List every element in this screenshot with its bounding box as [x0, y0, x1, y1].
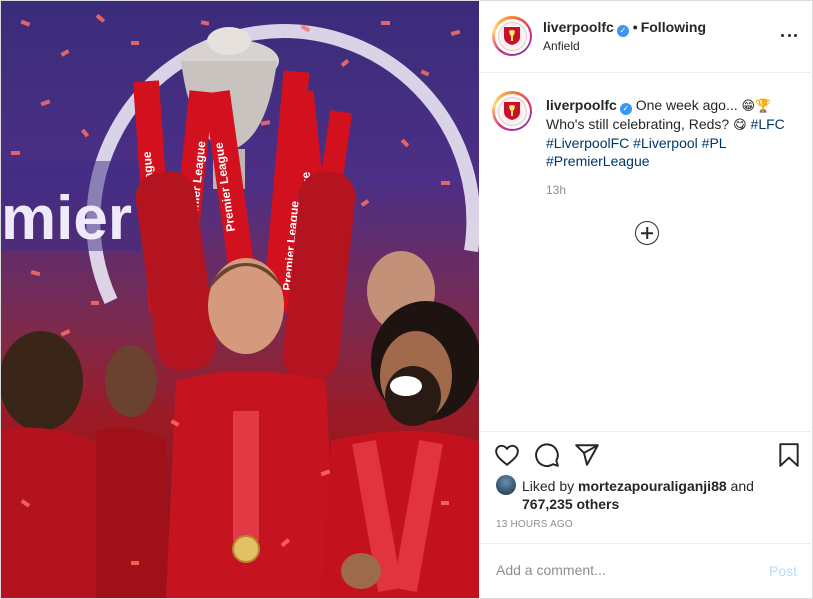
liker-username-link[interactable]: mortezapouraliganji88	[578, 478, 727, 494]
verified-badge-icon: ✓	[619, 103, 632, 115]
post-caption: liverpoolfc ✓ One week ago... 😁🏆 Who's st…	[546, 96, 796, 170]
post-comment-button[interactable]: Post	[769, 563, 797, 579]
liverpool-crest-icon	[497, 21, 527, 51]
avatar[interactable]	[492, 16, 532, 56]
instagram-post: mier Premier League Premier League Premi…	[0, 0, 813, 599]
caption-text: Who's still celebrating, Reds?	[546, 116, 730, 132]
following-button[interactable]: Following	[641, 19, 706, 35]
separator: •	[632, 19, 638, 35]
hashtag-link[interactable]: #PremierLeague	[546, 153, 650, 169]
plus-circle-icon[interactable]	[635, 221, 659, 245]
hashtag-link[interactable]: #LFC	[751, 116, 785, 132]
action-bar	[480, 431, 813, 479]
hashtag-link[interactable]: #LiverpoolFC	[546, 135, 629, 151]
header-user-line: liverpoolfc ✓ • Following	[543, 19, 706, 37]
post-timestamp[interactable]: 13 HOURS AGO	[496, 519, 573, 530]
more-options-icon[interactable]	[781, 27, 797, 43]
likes-prefix: Liked by	[522, 478, 575, 494]
yum-emoji-icon: 😋	[733, 117, 747, 132]
comment-form: Post	[480, 543, 813, 598]
caption-text: One week ago...	[635, 97, 738, 113]
bookmark-icon[interactable]	[776, 442, 802, 468]
likes-and: and	[730, 478, 754, 494]
hashtag-link[interactable]: #Liverpool	[633, 135, 698, 151]
post-photo[interactable]: mier Premier League Premier League Premi…	[1, 1, 479, 598]
trophy-celebration-image: mier Premier League Premier League Premi…	[1, 13, 479, 598]
verified-badge-icon: ✓	[616, 24, 629, 37]
post-details-panel: liverpoolfc ✓ • Following Anfield liverpoo	[480, 1, 813, 598]
comment-icon[interactable]	[534, 442, 560, 468]
caption-age: 13h	[546, 183, 567, 197]
share-icon[interactable]	[574, 442, 600, 468]
banner-text: mier	[1, 184, 132, 253]
post-header: liverpoolfc ✓ • Following Anfield	[480, 1, 813, 73]
comment-input[interactable]	[496, 562, 746, 578]
username-link[interactable]: liverpoolfc	[543, 19, 614, 35]
likes-count-link[interactable]: 767,235 others	[522, 496, 619, 512]
heart-icon[interactable]	[494, 442, 520, 468]
caption-avatar[interactable]	[492, 91, 532, 131]
trophy-emoji-icon: 🏆	[755, 98, 772, 113]
location-link[interactable]: Anfield	[543, 39, 580, 53]
grin-emoji-icon: 😁	[741, 98, 756, 113]
hashtag-link[interactable]: #PL	[702, 135, 727, 151]
caption-username-link[interactable]: liverpoolfc	[546, 97, 617, 113]
liker-avatar[interactable]	[496, 475, 516, 495]
liverpool-crest-icon	[497, 96, 527, 126]
